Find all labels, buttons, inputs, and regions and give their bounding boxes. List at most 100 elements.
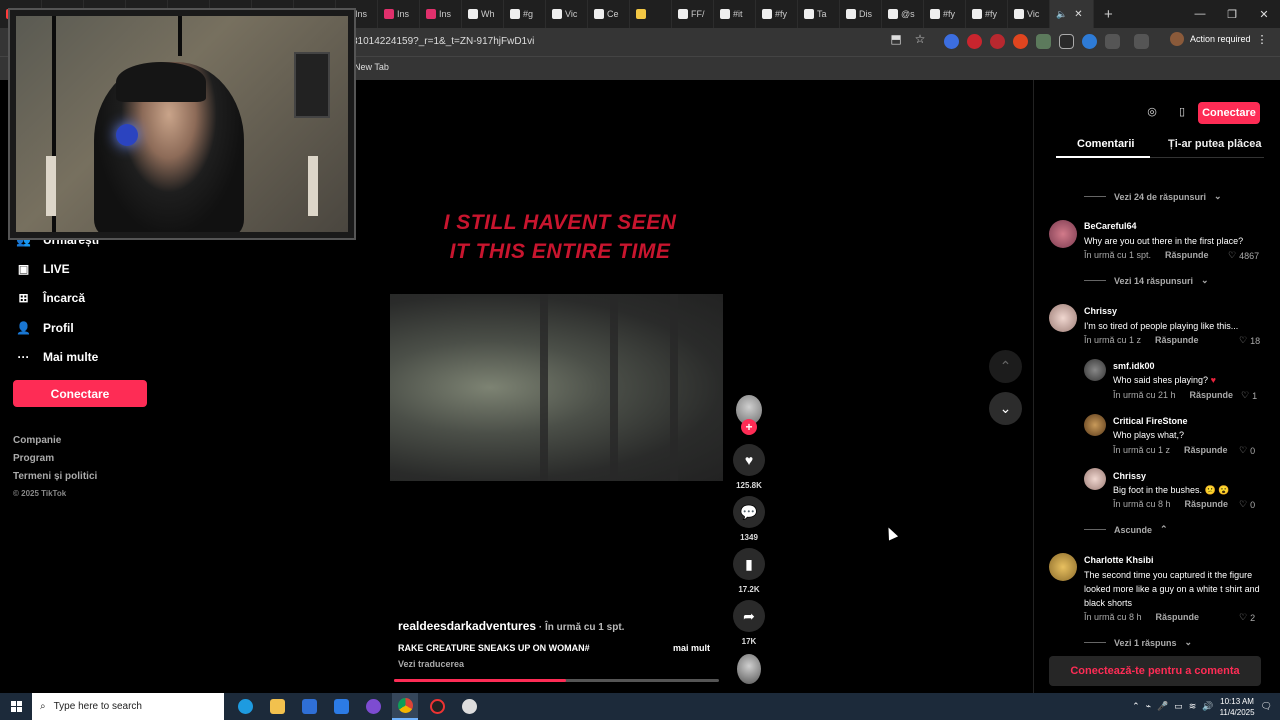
browser-tab[interactable]: Dis — [840, 0, 882, 28]
follow-plus-button[interactable]: + — [741, 419, 757, 435]
extensions-puzzle-icon[interactable] — [1105, 34, 1120, 49]
microphone-icon[interactable]: 🎤 — [1157, 701, 1168, 712]
reply-button[interactable]: Răspunde — [1155, 335, 1199, 345]
previous-video-button[interactable]: ⌃ — [989, 350, 1022, 383]
login-button[interactable]: Conectare — [13, 380, 147, 407]
commenter-name[interactable]: BeCareful64 — [1084, 221, 1137, 231]
browser-tab[interactable]: Ins — [378, 0, 420, 28]
extension-off-icon[interactable] — [1036, 34, 1051, 49]
taskbar-app-explorer[interactable] — [264, 693, 290, 720]
install-app-icon[interactable]: ⬒ — [888, 32, 904, 46]
network-icon[interactable]: ⌁ — [1146, 701, 1151, 712]
reply-button[interactable]: Răspunde — [1156, 612, 1200, 622]
translate-link[interactable]: Vezi traducerea — [398, 659, 464, 669]
comment-like[interactable]: ♡ 1 — [1241, 390, 1257, 401]
video-player[interactable] — [390, 294, 723, 481]
reply-button[interactable]: Răspunde — [1190, 390, 1234, 400]
video-progress-bar[interactable] — [394, 679, 719, 682]
extension-fire-icon[interactable] — [1013, 34, 1028, 49]
commenter-name[interactable]: Charlotte Khsibi — [1084, 555, 1154, 565]
taskbar-search[interactable]: ⌕ Type here to search — [32, 693, 224, 720]
bookmark-star-icon[interactable]: ☆ — [912, 32, 928, 46]
menu-dots-icon[interactable]: ⋮ — [1257, 33, 1268, 46]
caption-more-button[interactable]: mai mult — [673, 643, 710, 653]
author-username[interactable]: realdeesdarkadventures — [398, 619, 536, 633]
comment-like[interactable]: ♡ 0 — [1239, 499, 1255, 510]
taskbar-app-chrome[interactable] — [392, 693, 418, 720]
notifications-icon[interactable]: 🗨 — [1261, 701, 1272, 712]
video-author[interactable]: realdeesdarkadventures · În urmă cu 1 sp… — [398, 619, 624, 633]
sidebar-item-profile[interactable]: 👤 Profil — [16, 320, 74, 335]
footer-link-company[interactable]: Companie — [13, 435, 61, 446]
active-tab[interactable]: 🔈 ✕ — [1050, 0, 1094, 28]
share-button[interactable]: ➦ — [733, 600, 765, 632]
maximize-button[interactable]: ❐ — [1216, 0, 1248, 28]
comment-like[interactable]: ♡ 0 — [1239, 445, 1255, 456]
tab-comments[interactable]: Comentarii — [1077, 138, 1134, 150]
save-button[interactable]: ▮ — [733, 548, 765, 580]
commenter-avatar[interactable] — [1084, 359, 1106, 381]
login-button-top[interactable]: Conectare — [1198, 102, 1260, 124]
extension-pin-icon[interactable] — [990, 34, 1005, 49]
comment-like[interactable]: ♡ 18 — [1239, 335, 1260, 346]
view-replies-toggle[interactable]: Vezi 1 răspuns ⌄ — [1084, 637, 1192, 648]
browser-tab[interactable]: #fy — [966, 0, 1008, 28]
sidebar-item-upload[interactable]: ⊞ Încarcă — [16, 290, 85, 305]
taskbar-app-mail[interactable] — [328, 693, 354, 720]
commenter-avatar[interactable] — [1049, 220, 1077, 248]
commenter-avatar[interactable] — [1084, 468, 1106, 490]
next-video-button[interactable]: ⌄ — [989, 392, 1022, 425]
new-tab-button[interactable]: + — [1094, 6, 1123, 23]
taskbar-app-recorder[interactable] — [424, 693, 450, 720]
browser-tab[interactable] — [630, 0, 672, 28]
browser-tab[interactable]: Vic — [1008, 0, 1050, 28]
taskbar-app-edge[interactable] — [232, 693, 258, 720]
start-button[interactable] — [0, 693, 32, 720]
view-replies-toggle[interactable]: Vezi 24 de răspunsuri ⌄ — [1084, 191, 1222, 202]
browser-tab[interactable]: #g — [504, 0, 546, 28]
comment-button[interactable]: 💬 — [733, 496, 765, 528]
browser-tab[interactable]: Ta — [798, 0, 840, 28]
browser-tab[interactable]: Vic — [546, 0, 588, 28]
commenter-name[interactable]: smf.idk00 — [1113, 361, 1155, 371]
browser-tab[interactable]: Ce — [588, 0, 630, 28]
profile-action-required[interactable]: Action required ⋮ — [1170, 32, 1268, 46]
commenter-name[interactable]: Chrissy — [1113, 471, 1146, 481]
commenter-avatar[interactable] — [1049, 304, 1077, 332]
like-button[interactable]: ♥ — [733, 444, 765, 476]
taskbar-app-store[interactable] — [296, 693, 322, 720]
reading-list-icon[interactable] — [1134, 34, 1149, 49]
reply-button[interactable]: Răspunde — [1184, 445, 1228, 455]
login-to-comment-button[interactable]: Conectează-te pentru a comenta — [1049, 656, 1261, 686]
taskbar-app-discord[interactable] — [360, 693, 386, 720]
phone-icon[interactable]: ▯ — [1172, 101, 1192, 121]
sidebar-item-live[interactable]: ▣ LIVE — [16, 261, 70, 276]
close-window-button[interactable]: ✕ — [1248, 0, 1280, 28]
volume-icon[interactable]: 🔊 — [1202, 701, 1213, 712]
commenter-name[interactable]: Critical FireStone — [1113, 416, 1188, 426]
minimize-button[interactable]: — — [1184, 0, 1216, 28]
view-replies-toggle[interactable]: Vezi 14 răspunsuri ⌄ — [1084, 275, 1209, 286]
commenter-avatar[interactable] — [1084, 414, 1106, 436]
browser-tab[interactable]: @s — [882, 0, 924, 28]
reply-button[interactable]: Răspunde — [1165, 250, 1209, 260]
close-tab-icon[interactable]: ✕ — [1070, 9, 1086, 20]
hide-replies-toggle[interactable]: Ascunde ⌃ — [1084, 524, 1168, 535]
browser-tab[interactable]: FF/ — [672, 0, 714, 28]
reply-button[interactable]: Răspunde — [1185, 499, 1229, 509]
extension-blue-icon[interactable] — [944, 34, 959, 49]
address-bar[interactable]: 81014224159?_r=1&_t=ZN-917hjFwD1vi — [346, 30, 886, 54]
commenter-name[interactable]: Chrissy — [1084, 306, 1117, 316]
extension-chart-icon[interactable] — [1059, 34, 1074, 49]
bookmark-new-tab[interactable]: New Tab — [354, 62, 389, 72]
wifi-icon[interactable]: ≋ — [1189, 701, 1197, 712]
extension-red-icon[interactable] — [967, 34, 982, 49]
extension-globe-icon[interactable] — [1082, 34, 1097, 49]
commenter-avatar[interactable] — [1049, 553, 1077, 581]
compass-icon[interactable]: ◎ — [1142, 101, 1162, 121]
comment-like[interactable]: ♡ 4867 — [1228, 250, 1259, 261]
browser-tab[interactable]: Ins — [420, 0, 462, 28]
browser-tab[interactable]: Wh — [462, 0, 504, 28]
tab-you-may-like[interactable]: Ți-ar putea plăcea — [1168, 138, 1262, 150]
footer-link-terms[interactable]: Termeni și politici — [13, 471, 97, 482]
